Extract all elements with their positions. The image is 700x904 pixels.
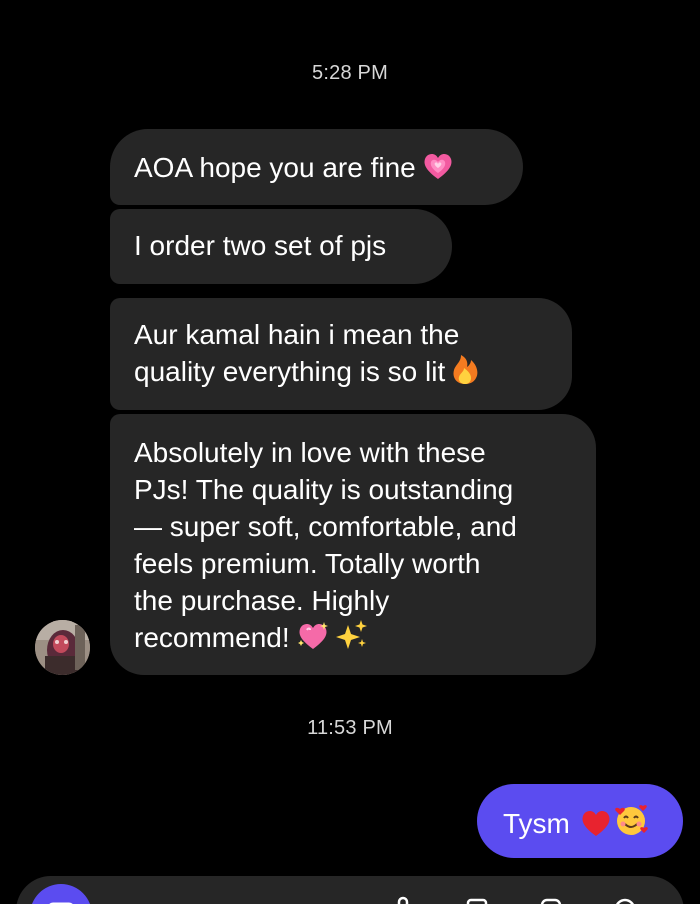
message-text: Aur kamal hain i mean the quality everyt…	[134, 319, 460, 387]
timestamp: 5:28 PM	[312, 62, 388, 84]
growing-heart-emoji	[422, 151, 454, 190]
timestamp: 11:53 PM	[307, 717, 393, 739]
avatar[interactable]	[35, 620, 90, 675]
incoming-message[interactable]: I order two set of pjs	[110, 209, 452, 284]
incoming-message[interactable]: Aur kamal hain i mean the quality everyt…	[110, 298, 572, 410]
incoming-message[interactable]: Absolutely in love with these PJs! The q…	[110, 414, 596, 675]
avatar-photo	[35, 620, 90, 675]
smiling-face-with-hearts-emoji	[614, 803, 648, 846]
sparkling-heart-emoji	[296, 621, 330, 660]
message-text: I order two set of pjs	[134, 230, 387, 261]
sparkles-emoji	[335, 619, 368, 660]
gallery-icon[interactable]	[466, 896, 488, 904]
chat-screen: 5:28 PM AOA hope you are fine I order tw…	[0, 0, 700, 904]
fire-emoji	[451, 353, 479, 394]
message-text: AOA hope you are fine	[134, 152, 416, 183]
camera-icon	[49, 902, 73, 904]
sticker-icon[interactable]	[540, 896, 562, 904]
incoming-message[interactable]: AOA hope you are fine	[110, 129, 523, 205]
camera-button[interactable]	[30, 884, 92, 904]
outgoing-message[interactable]: Tysm	[477, 784, 683, 858]
plus-icon[interactable]	[614, 896, 636, 904]
message-composer[interactable]	[16, 876, 684, 904]
message-text: Tysm	[503, 808, 570, 839]
red-heart-emoji	[580, 809, 612, 846]
mic-icon[interactable]	[392, 896, 414, 904]
